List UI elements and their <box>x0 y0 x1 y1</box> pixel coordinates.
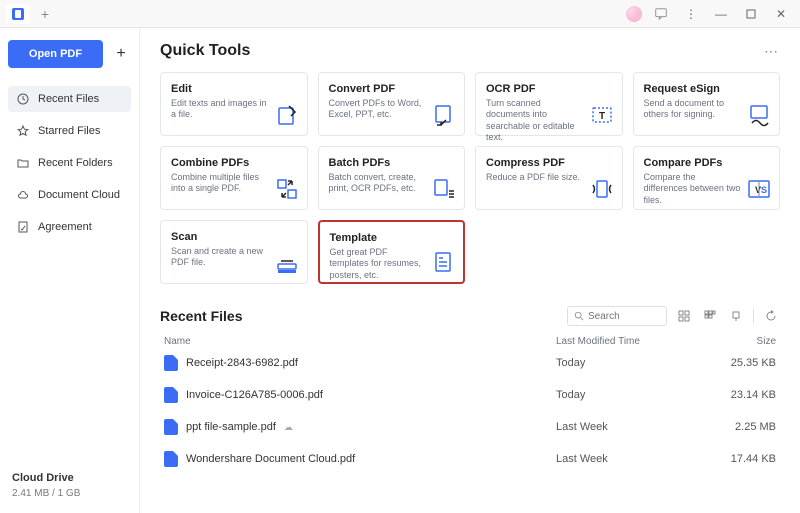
card-icon <box>275 177 299 201</box>
pdf-icon <box>164 387 178 403</box>
window-close[interactable]: ✕ <box>770 3 792 25</box>
card-icon: VS <box>747 177 771 201</box>
search-icon <box>574 311 584 321</box>
card-icon: T <box>590 103 614 127</box>
tool-card-edit[interactable]: EditEdit texts and images in a file. <box>160 72 308 136</box>
clock-icon <box>16 92 30 106</box>
sidebar-item-label: Document Cloud <box>38 189 120 201</box>
more-icon[interactable]: ⋯ <box>764 43 780 60</box>
sidebar-item-label: Recent Folders <box>38 157 113 169</box>
open-pdf-button[interactable]: Open PDF <box>8 40 103 68</box>
svg-text:S: S <box>761 185 767 195</box>
file-name: Invoice-C126A785-0006.pdf <box>186 389 323 401</box>
sidebar-item-document-cloud[interactable]: Document Cloud <box>8 182 131 208</box>
card-icon <box>275 103 299 127</box>
add-button[interactable]: + <box>111 44 131 64</box>
profile-avatar[interactable] <box>626 6 642 22</box>
file-row[interactable]: Wondershare Document Cloud.pdf Last Week1… <box>160 443 780 475</box>
card-title: Combine PDFs <box>171 157 297 169</box>
card-icon <box>747 103 771 127</box>
card-title: Scan <box>171 231 297 243</box>
quick-tools-heading: Quick Tools <box>160 42 250 60</box>
card-title: Compare PDFs <box>644 157 770 169</box>
card-icon <box>432 177 456 201</box>
file-size: 25.35 KB <box>716 357 776 369</box>
cloud-status-icon: ☁ <box>284 422 293 433</box>
column-size[interactable]: Size <box>716 336 776 347</box>
card-icon <box>431 250 455 274</box>
file-modified: Today <box>556 357 716 369</box>
feedback-icon[interactable] <box>650 3 672 25</box>
file-row[interactable]: ppt file-sample.pdf ☁ Last Week2.25 MB <box>160 411 780 443</box>
refresh-icon[interactable] <box>762 307 780 325</box>
new-tab-button[interactable]: + <box>33 4 57 24</box>
column-modified[interactable]: Last Modified Time <box>556 336 716 347</box>
pdf-icon <box>164 419 178 435</box>
file-size: 23.14 KB <box>716 389 776 401</box>
agreement-icon <box>16 220 30 234</box>
file-row[interactable]: Receipt-2843-6982.pdf Today25.35 KB <box>160 347 780 379</box>
card-title: Request eSign <box>644 83 770 95</box>
sidebar-item-label: Recent Files <box>38 93 99 105</box>
tool-card-convert-pdf[interactable]: Convert PDFConvert PDFs to Word, Excel, … <box>318 72 466 136</box>
file-name: ppt file-sample.pdf <box>186 421 276 433</box>
card-icon <box>275 251 299 275</box>
tool-card-template[interactable]: TemplateGet great PDF templates for resu… <box>318 220 466 284</box>
sidebar-item-label: Starred Files <box>38 125 100 137</box>
pdf-icon <box>164 355 178 371</box>
file-modified: Last Week <box>556 421 716 433</box>
file-size: 17.44 KB <box>716 453 776 465</box>
card-title: Batch PDFs <box>329 157 455 169</box>
card-title: Template <box>330 232 454 244</box>
recent-files-heading: Recent Files <box>160 308 242 324</box>
column-name[interactable]: Name <box>164 336 556 347</box>
card-title: Edit <box>171 83 297 95</box>
cloud-icon <box>16 188 30 202</box>
main-content: Quick Tools ⋯ EditEdit texts and images … <box>140 28 800 513</box>
card-title: Compress PDF <box>486 157 612 169</box>
sidebar-item-starred-files[interactable]: Starred Files <box>8 118 131 144</box>
tool-card-request-esign[interactable]: Request eSignSend a document to others f… <box>633 72 781 136</box>
window-maximize[interactable] <box>740 3 762 25</box>
search-field[interactable] <box>567 306 667 326</box>
search-input[interactable] <box>588 311 658 322</box>
app-tab[interactable] <box>6 4 30 24</box>
cloud-drive-label: Cloud Drive <box>12 472 127 484</box>
tool-card-batch-pdfs[interactable]: Batch PDFsBatch convert, create, print, … <box>318 146 466 210</box>
file-name: Receipt-2843-6982.pdf <box>186 357 298 369</box>
star-icon <box>16 124 30 138</box>
tool-card-scan[interactable]: ScanScan and create a new PDF file. <box>160 220 308 284</box>
pdf-icon <box>164 451 178 467</box>
cloud-drive-quota: 2.41 MB / 1 GB <box>12 488 127 499</box>
kebab-menu-icon[interactable]: ⋮ <box>680 3 702 25</box>
pin-icon[interactable] <box>727 307 745 325</box>
card-icon <box>590 177 614 201</box>
view-grid-large-icon[interactable] <box>675 307 693 325</box>
tool-card-combine-pdfs[interactable]: Combine PDFsCombine multiple files into … <box>160 146 308 210</box>
file-size: 2.25 MB <box>716 421 776 433</box>
titlebar: + ⋮ — ✕ <box>0 0 800 28</box>
file-modified: Today <box>556 389 716 401</box>
tool-card-ocr-pdf[interactable]: OCR PDFTurn scanned documents into searc… <box>475 72 623 136</box>
svg-text:T: T <box>598 111 604 122</box>
card-title: Convert PDF <box>329 83 455 95</box>
window-minimize[interactable]: — <box>710 3 732 25</box>
card-title: OCR PDF <box>486 83 612 95</box>
file-row[interactable]: Invoice-C126A785-0006.pdf Today23.14 KB <box>160 379 780 411</box>
sidebar-item-recent-files[interactable]: Recent Files <box>8 86 131 112</box>
sidebar: Open PDF + Recent Files Starred Files Re… <box>0 28 140 513</box>
folder-icon <box>16 156 30 170</box>
tool-card-compress-pdf[interactable]: Compress PDFReduce a PDF file size. <box>475 146 623 210</box>
sidebar-item-recent-folders[interactable]: Recent Folders <box>8 150 131 176</box>
sidebar-item-agreement[interactable]: Agreement <box>8 214 131 240</box>
tool-card-compare-pdfs[interactable]: Compare PDFsCompare the differences betw… <box>633 146 781 210</box>
view-grid-small-icon[interactable] <box>701 307 719 325</box>
sidebar-item-label: Agreement <box>38 221 92 233</box>
file-modified: Last Week <box>556 453 716 465</box>
card-icon <box>432 103 456 127</box>
file-name: Wondershare Document Cloud.pdf <box>186 453 355 465</box>
